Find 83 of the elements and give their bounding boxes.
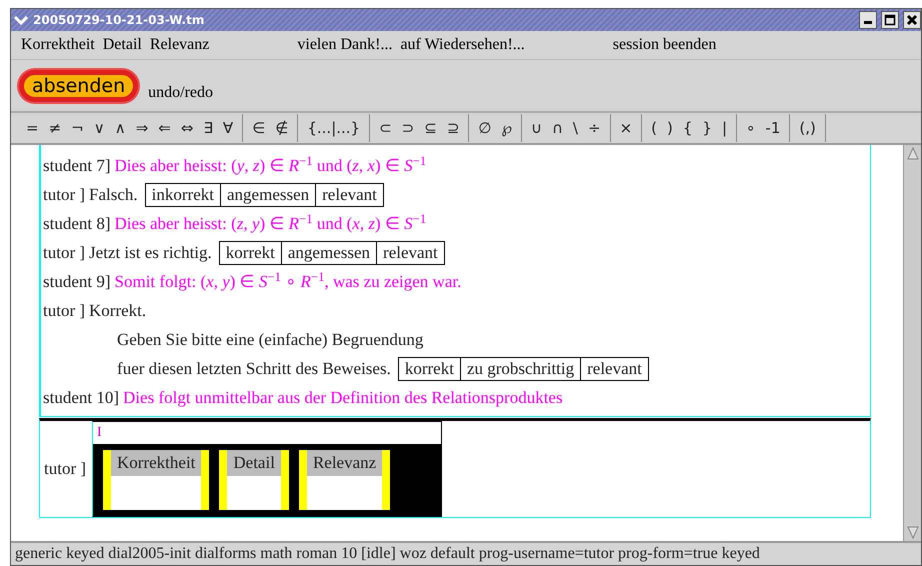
speaker-label: tutor ] bbox=[43, 242, 86, 264]
message-text: Dies aber heisst: (y, z) ∈ R$^{−1}$ und (z, x) ∈ S$^{−1}$ bbox=[114, 152, 426, 177]
message-text: Jetzt ist es richtig. bbox=[89, 242, 212, 264]
symbol-button[interactable]: \ bbox=[568, 119, 583, 137]
close-icon[interactable] bbox=[903, 11, 921, 29]
symbol-button[interactable]: ∀ bbox=[218, 119, 238, 137]
symbol-button[interactable]: ⊆ bbox=[419, 119, 442, 137]
form-field[interactable]: Detail bbox=[219, 450, 289, 510]
symbol-button[interactable]: ∩ bbox=[546, 119, 568, 137]
symbol-button[interactable]: ∅ bbox=[473, 119, 496, 137]
symbol-button[interactable]: ) bbox=[662, 119, 678, 137]
form-field[interactable]: Korrektheit bbox=[103, 450, 210, 510]
symbol-button[interactable]: ⇔ bbox=[176, 119, 198, 137]
maximize-icon[interactable] bbox=[881, 11, 899, 29]
symbol-button[interactable]: { bbox=[678, 119, 698, 137]
symbol-button[interactable]: ∪ bbox=[526, 119, 547, 137]
symbol-button[interactable]: ∘ bbox=[741, 119, 760, 137]
symbol-button[interactable]: ⇐ bbox=[153, 119, 176, 137]
menu-item[interactable]: vielen Dank!... bbox=[293, 36, 396, 54]
speaker-label: student 7] bbox=[43, 155, 111, 177]
message-text: fuer diesen letzten Schritt des Beweises. bbox=[117, 358, 391, 380]
symbol-button[interactable]: ⊇ bbox=[442, 119, 464, 137]
rating-label: angemessen bbox=[280, 240, 378, 264]
symbol-button[interactable]: | bbox=[716, 119, 732, 137]
menu-item[interactable]: Korrektheit bbox=[17, 36, 99, 54]
form-field[interactable]: Relevanz bbox=[298, 450, 390, 510]
undo-button[interactable]: undo/redo bbox=[148, 80, 214, 104]
symbol-button[interactable]: ⊂ bbox=[374, 119, 397, 137]
menu-item[interactable]: auf Wiedersehen!... bbox=[396, 36, 529, 54]
send-button[interactable]: absenden bbox=[19, 70, 138, 102]
rating-label: inkorrekt bbox=[144, 182, 221, 206]
status-bar: generic keyed dial2005-init dialforms math roman 10 [idle] woz default prog-username=tutor prog-form=true keyed bbox=[11, 541, 921, 565]
rating-label: zu grobschrittig bbox=[460, 356, 582, 380]
message-text: Dies aber heisst: (z, y) ∈ R$^{−1}$ und (x, z) ∈ S$^{−1}$ bbox=[114, 210, 426, 235]
rating-label: relevant bbox=[376, 240, 445, 264]
rating-label: angemessen bbox=[220, 182, 316, 206]
message-text: Dies folgt unmittelbar aus der Definition des Relationsproduktes bbox=[123, 387, 563, 409]
minimize-icon[interactable] bbox=[859, 11, 877, 29]
symbol-button[interactable]: ÷ bbox=[582, 119, 606, 137]
speaker-label: tutor ] bbox=[43, 184, 86, 206]
scroll-up-icon[interactable] bbox=[904, 145, 920, 161]
speaker-label: student 9] bbox=[43, 271, 111, 293]
symbol-button[interactable]: ∧ bbox=[110, 119, 131, 137]
symbol-button[interactable]: -1 bbox=[760, 119, 786, 137]
rating-label: korrekt bbox=[398, 356, 461, 380]
speaker-label: student 10] bbox=[43, 387, 120, 409]
symbol-button[interactable]: (,) bbox=[794, 119, 821, 137]
symbol-button[interactable]: ≠ bbox=[44, 119, 66, 137]
input-editor[interactable]: I Korrektheit Detail Relevanz bbox=[92, 421, 442, 517]
symbol-button[interactable]: ∉ bbox=[270, 119, 294, 137]
symbol-button[interactable]: ℘ bbox=[496, 119, 517, 137]
scrollbar[interactable] bbox=[903, 145, 921, 541]
speaker-label: tutor ] bbox=[44, 458, 86, 480]
window-title: 20050729-10-21-03-W.tm bbox=[33, 13, 206, 27]
message-text: Geben Sie bitte eine (einfache) Begruendung bbox=[117, 329, 424, 351]
message-text: Falsch. bbox=[89, 184, 138, 206]
menu-item[interactable]: Detail bbox=[98, 36, 146, 54]
field-label: Detail bbox=[227, 450, 281, 476]
symbol-button[interactable]: {...|...} bbox=[302, 119, 366, 137]
message-text: Somit folgt: (x, y) ∈ S$^{−1}$ ∘ R$^{−1}$, was zu zeigen war. bbox=[114, 268, 462, 293]
speaker-label: tutor ] bbox=[43, 300, 86, 322]
rating-label: relevant bbox=[580, 356, 649, 380]
rating-label: korrekt bbox=[218, 240, 282, 264]
symbol-button[interactable]: = bbox=[21, 119, 44, 137]
symbol-button[interactable]: ∈ bbox=[247, 119, 270, 137]
symbol-button[interactable]: ∃ bbox=[198, 119, 218, 137]
symbol-button[interactable]: ∨ bbox=[88, 119, 110, 137]
menu-item[interactable]: session beenden bbox=[608, 36, 720, 54]
symbol-button[interactable]: ⇒ bbox=[130, 119, 154, 137]
symbol-button[interactable]: } bbox=[697, 119, 717, 137]
speaker-label: student 8] bbox=[43, 213, 111, 235]
window-menu-icon[interactable] bbox=[13, 13, 29, 27]
field-label: Korrektheit bbox=[111, 450, 202, 476]
symbol-button[interactable]: ¬ bbox=[66, 119, 89, 137]
symbol-button[interactable]: ( bbox=[646, 119, 662, 137]
message-text: Korrekt. bbox=[89, 300, 146, 322]
symbol-button[interactable]: × bbox=[614, 119, 638, 137]
menu-item[interactable]: Relevanz bbox=[146, 36, 214, 54]
symbol-button[interactable]: ⊃ bbox=[396, 119, 420, 137]
field-label: Relevanz bbox=[306, 450, 382, 476]
text-cursor: I bbox=[96, 424, 103, 442]
rating-label: relevant bbox=[315, 182, 384, 206]
scroll-down-icon[interactable] bbox=[904, 525, 920, 541]
